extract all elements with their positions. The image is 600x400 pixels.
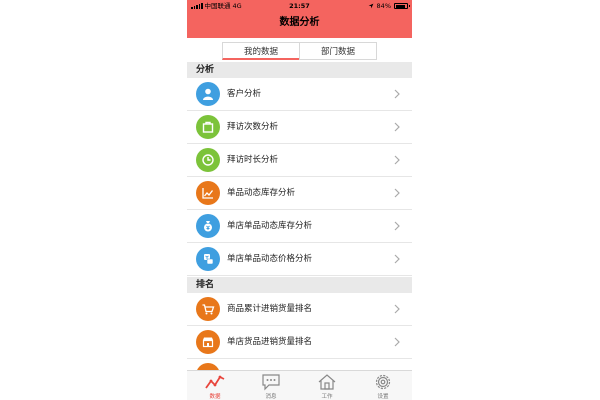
bottom-tab-bar: 数据 消息 工作 设置 (187, 370, 412, 400)
section-header-analysis: 分析 (187, 62, 412, 78)
list-item-label: 单品动态库存分析 (227, 188, 296, 198)
bag-icon (196, 115, 220, 139)
list-item-store-goods-sales-ranking[interactable]: 单店货品进销货量排名 (187, 326, 412, 359)
list-item-store-product-stock-analysis[interactable]: 单店单品动态库存分析 (187, 210, 412, 243)
chevron-right-icon (394, 221, 400, 231)
user-icon (196, 82, 220, 106)
tab-department-data[interactable]: 部门数据 (299, 42, 377, 60)
list-item-product-sales-ranking[interactable]: 商品累计进销货量排名 (187, 293, 412, 326)
list-item-label: 拜访时长分析 (227, 155, 279, 165)
chevron-right-icon (394, 254, 400, 264)
list-item-label: 单店货品进销货量排名 (227, 337, 313, 347)
tabbar-label: 消息 (265, 394, 277, 400)
list-item-visit-duration-analysis[interactable]: 拜访时长分析 (187, 144, 412, 177)
home-icon (318, 374, 336, 390)
store-icon (196, 330, 220, 354)
tabbar-item-settings[interactable]: 设置 (355, 371, 411, 400)
list-item-store-product-price-analysis[interactable]: 单店单品动态价格分析 (187, 243, 412, 276)
chevron-right-icon (394, 188, 400, 198)
list-item-label: 单店单品动态库存分析 (227, 221, 313, 231)
tabbar-item-data[interactable]: 数据 (187, 371, 243, 400)
price-icon (196, 247, 220, 271)
tabbar-item-work[interactable]: 工作 (299, 371, 355, 400)
phone-screen: 中国联通 4G 21:57 84% 数据分析 我的数据 部门数据 分析 客户分析 (187, 0, 412, 400)
chevron-right-icon (394, 155, 400, 165)
segment-tabs: 我的数据 部门数据 (187, 38, 412, 62)
tabbar-label: 工作 (321, 394, 333, 400)
tab-my-data[interactable]: 我的数据 (222, 42, 300, 60)
chart-line-icon (205, 375, 225, 389)
location-icon (368, 3, 373, 9)
header: 中国联通 4G 21:57 84% 数据分析 (187, 0, 412, 38)
clock-icon (196, 148, 220, 172)
chevron-right-icon (394, 122, 400, 132)
tabbar-label: 数据 (209, 394, 221, 400)
battery-icon (394, 3, 410, 9)
list-item-label: 拜访次数分析 (227, 122, 279, 132)
battery-percent: 84% (376, 2, 391, 10)
trend-icon (196, 181, 220, 205)
status-bar: 中国联通 4G 21:57 84% (187, 0, 412, 12)
chevron-right-icon (394, 89, 400, 99)
list-item-label: 单店单品动态价格分析 (227, 254, 313, 264)
money-bag-icon (196, 214, 220, 238)
gear-icon (375, 374, 391, 390)
tabbar-label: 设置 (377, 394, 389, 400)
list-item-label: 客户分析 (227, 89, 262, 99)
chat-icon (262, 374, 280, 391)
page-title: 数据分析 (279, 17, 320, 28)
tabbar-item-messages[interactable]: 消息 (243, 371, 299, 400)
cart-icon (196, 297, 220, 321)
list-item-label: 商品累计进销货量排名 (227, 304, 313, 314)
list-item-customer-analysis[interactable]: 客户分析 (187, 78, 412, 111)
chevron-right-icon (394, 304, 400, 314)
chevron-right-icon (394, 337, 400, 347)
section-header-ranking: 排名 (187, 277, 412, 293)
list-item-visit-count-analysis[interactable]: 拜访次数分析 (187, 111, 412, 144)
list-item-product-stock-analysis[interactable]: 单品动态库存分析 (187, 177, 412, 210)
